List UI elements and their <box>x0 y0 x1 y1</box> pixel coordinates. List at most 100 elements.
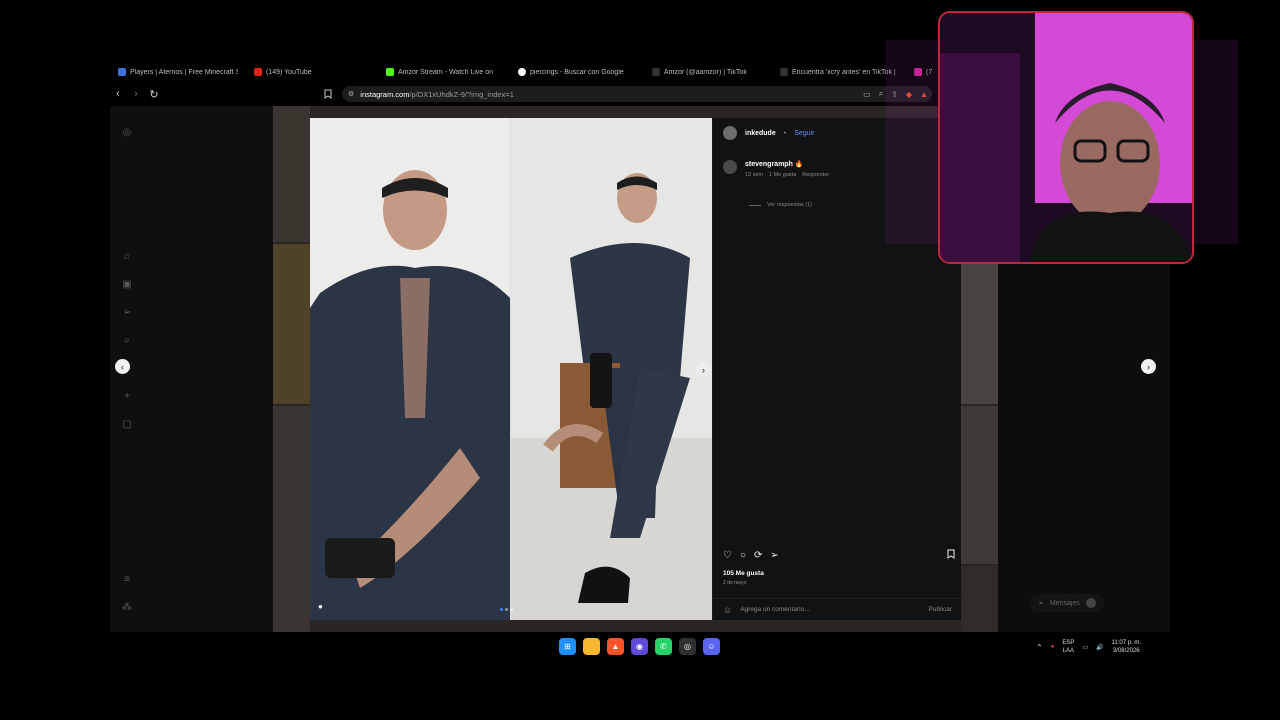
comment-likes[interactable]: 1 Me gusta <box>769 172 796 178</box>
tab-aternos[interactable]: Players | Aternos | Free Minecraft S <box>110 63 246 81</box>
language-indicator[interactable]: ESP LAA <box>1062 639 1074 655</box>
comment-meta: 13 sem 1 Me gusta Responder <box>745 172 829 178</box>
comment-text: 🔥 <box>794 161 804 168</box>
webcam-feed <box>940 13 1192 262</box>
create-icon[interactable]: + <box>120 389 134 403</box>
tiktok-icon <box>780 68 788 76</box>
view-replies[interactable]: Ver respuestas (1) <box>749 202 812 208</box>
game-app-icon[interactable]: ◉ <box>631 638 648 655</box>
home-icon[interactable]: ⌂ <box>120 249 134 263</box>
reels-icon[interactable]: ▣ <box>120 277 134 291</box>
publish-button[interactable]: Publicar <box>929 606 952 613</box>
follow-button[interactable]: Seguir <box>794 130 814 137</box>
avatar[interactable] <box>723 126 737 140</box>
post-actions: ♡ ○ ⟳ ➢ <box>723 548 955 562</box>
language-region: LAA <box>1062 648 1074 654</box>
reply-button[interactable]: Responder <box>802 172 829 178</box>
feed-thumbnail[interactable] <box>273 106 310 242</box>
messages-button[interactable]: ➢ Mensajes <box>1030 594 1104 612</box>
tab-kick[interactable]: Amzor Stream - Watch Live on <box>378 63 510 81</box>
webcam-overlay <box>938 11 1194 264</box>
comment-time: 13 sem <box>745 172 764 178</box>
carousel-dots <box>500 608 513 611</box>
carousel-dot <box>510 608 513 611</box>
messages-label: Mensajes <box>1049 599 1080 607</box>
tagged-user-icon[interactable]: ● <box>318 602 323 611</box>
instagram-logo-icon[interactable]: ◎ <box>120 125 134 139</box>
site-info-icon[interactable]: ⚙ <box>348 90 354 98</box>
bookmark-icon[interactable] <box>320 86 336 102</box>
direct-messages-icon: ➢ <box>1038 600 1044 607</box>
emoji-icon[interactable]: ☺ <box>723 605 732 615</box>
likes-count[interactable]: 105 Me gusta <box>723 570 764 577</box>
comment-input[interactable]: Agrega un comentario... <box>740 606 809 613</box>
save-icon[interactable] <box>947 549 955 562</box>
youtube-icon <box>254 68 262 76</box>
language-code: ESP <box>1062 640 1075 646</box>
url-path: /p/DX1xUhdkZ-9/?img_index=1 <box>409 89 514 99</box>
clock[interactable]: 11:07 p. m. 3/08/2026 <box>1112 639 1142 655</box>
carousel-dot <box>500 608 503 611</box>
search-icon[interactable]: ⌕ <box>120 333 134 347</box>
browser-tab-strip: Players | Aternos | Free Minecraft S (14… <box>110 63 940 81</box>
clock-time: 11:07 p. m. <box>1111 640 1142 646</box>
tab-google[interactable]: piercings - Buscar con Google <box>510 63 644 81</box>
obs-icon[interactable]: ◎ <box>679 638 696 655</box>
comment-user[interactable]: stevengramph <box>745 161 793 168</box>
brave-browser-icon[interactable]: ▲ <box>607 638 624 655</box>
feed-thumbnail[interactable] <box>273 244 310 404</box>
whatsapp-icon[interactable]: ✆ <box>655 638 672 655</box>
discord-icon[interactable]: ☺ <box>703 638 720 655</box>
tab-youtube[interactable]: (149) YouTube <box>246 63 378 81</box>
feed-thumbnail[interactable] <box>961 566 998 632</box>
avatar[interactable] <box>723 160 737 174</box>
add-comment-bar: ☺ Agrega un comentario... Publicar <box>713 598 962 620</box>
next-post-arrow-icon[interactable]: › <box>1141 359 1156 374</box>
feed-thumbnail[interactable] <box>961 244 998 404</box>
url-host: instagram.com <box>360 89 410 99</box>
volume-icon[interactable]: 🔊 <box>1096 644 1103 651</box>
like-icon[interactable]: ♡ <box>723 550 732 561</box>
kick-icon <box>386 68 394 76</box>
tiktok-icon <box>652 68 660 76</box>
feed-thumbnail[interactable] <box>961 406 998 564</box>
post-author[interactable]: inkedude <box>745 130 776 137</box>
previous-post-arrow-icon[interactable]: ‹ <box>115 359 130 374</box>
windows-start-icon[interactable]: ⊞ <box>559 638 576 655</box>
file-explorer-icon[interactable] <box>583 638 600 655</box>
direct-messages-icon[interactable]: ➢ <box>120 305 134 319</box>
comment-icon[interactable]: ○ <box>740 550 746 561</box>
chevron-up-icon[interactable]: ⌃ <box>1036 643 1043 652</box>
avatar <box>1085 598 1096 608</box>
screen: Players | Aternos | Free Minecraft S (14… <box>0 0 1280 720</box>
google-icon <box>518 68 526 76</box>
forward-button[interactable]: › <box>128 86 144 102</box>
clock-date: 3/08/2026 <box>1112 648 1140 654</box>
divider <box>749 204 761 206</box>
photo-next-arrow-icon[interactable]: › <box>696 362 711 377</box>
profile-icon[interactable]: ▢ <box>120 417 134 431</box>
share-icon[interactable]: ➢ <box>770 550 778 561</box>
post-photo[interactable] <box>310 118 712 620</box>
repost-icon[interactable]: ⟳ <box>754 550 762 561</box>
tab-tiktok-amzor[interactable]: Amzor (@aamzor) | TikTok <box>644 63 772 81</box>
aternos-icon <box>118 68 126 76</box>
view-replies-label: Ver respuestas (1) <box>767 202 812 208</box>
post-header: inkedude • Seguir <box>723 126 814 140</box>
address-bar[interactable]: ⚙ instagram.com /p/DX1xUhdkZ-9/?img_inde… <box>342 86 932 102</box>
microphone-icon[interactable]: ● <box>1051 644 1055 650</box>
post-photo-image <box>310 118 712 620</box>
instagram-sidebar: ◎ ⌂ ▣ ➢ ⌕ ◈ + ▢ ≡ ⁂ <box>110 106 273 632</box>
cast-icon[interactable]: ▭ <box>863 90 871 99</box>
back-button[interactable]: ‹ <box>110 86 126 102</box>
feed-thumbnail[interactable] <box>273 406 310 632</box>
post-date: 2 de mayo <box>723 580 747 586</box>
network-icon[interactable]: ▭ <box>1082 644 1088 651</box>
zoom-icon[interactable]: ⌕ <box>879 89 883 99</box>
taskbar-apps: ⊞ ▲ ◉ ✆ ◎ ☺ <box>559 638 720 655</box>
reload-button[interactable]: ↻ <box>146 86 162 102</box>
system-tray: ⌃ ● ESP LAA ▭ 🔊 11:07 p. m. 3/08/2026 <box>1036 636 1141 658</box>
menu-icon[interactable]: ≡ <box>120 572 134 586</box>
separator-dot: • <box>783 129 787 137</box>
meta-apps-icon[interactable]: ⁂ <box>120 600 134 614</box>
